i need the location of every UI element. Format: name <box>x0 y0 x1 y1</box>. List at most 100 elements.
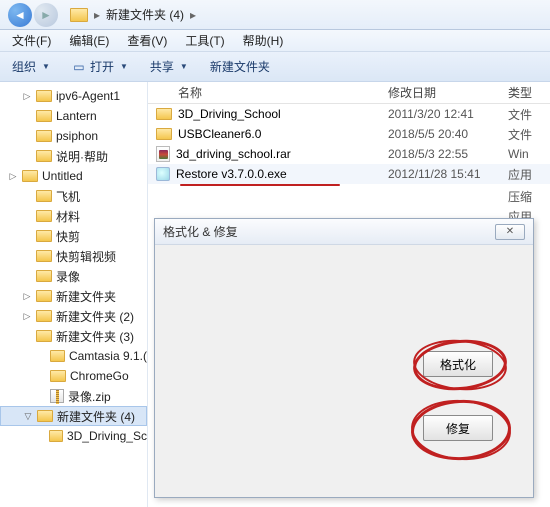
toolbar-open[interactable]: ▭ 打开▼ <box>68 56 132 77</box>
folder-icon <box>37 410 53 422</box>
tree-item[interactable]: Camtasia 9.1.( <box>0 346 147 366</box>
file-row[interactable]: 3D_Driving_School 2011/3/20 12:41文件 <box>148 104 550 124</box>
folder-icon <box>36 290 52 302</box>
expand-icon[interactable]: ▷ <box>22 291 32 302</box>
tree-item[interactable]: ▽ 新建文件夹 (4) <box>0 406 147 426</box>
rar-icon <box>156 146 170 162</box>
toolbar-newfolder[interactable]: 新建文件夹 <box>206 56 274 77</box>
folder-icon <box>36 110 52 122</box>
folder-icon <box>36 130 52 142</box>
exe-icon <box>156 167 170 181</box>
file-type: 应用 <box>508 166 550 183</box>
file-name: 3D_Driving_School <box>178 107 281 121</box>
chevron-right-icon: ▸ <box>94 8 100 22</box>
breadcrumb[interactable]: ▸ 新建文件夹 (4) ▸ <box>94 6 196 23</box>
dialog-title: 格式化 & 修复 <box>163 223 238 240</box>
tree-item-label: 说明·帮助 <box>56 148 108 165</box>
file-name: USBCleaner6.0 <box>178 127 261 141</box>
file-type: 压缩 <box>508 188 550 205</box>
file-date: 2012/11/28 15:41 <box>388 167 508 181</box>
tree-item[interactable]: 3D_Driving_Sc <box>0 426 147 446</box>
tree-item-label: 录像.zip <box>68 388 111 405</box>
toolbar-organize[interactable]: 组织▼ <box>8 56 54 77</box>
file-row: 压缩 <box>148 186 550 206</box>
tree-item-label: ChromeGo <box>70 369 129 383</box>
folder-icon <box>22 170 38 182</box>
dialog-close-button[interactable]: ✕ <box>495 224 525 240</box>
tree-item[interactable]: 新建文件夹 (3) <box>0 326 147 346</box>
file-row[interactable]: Restore v3.7.0.0.exe 2012/11/28 15:41应用 <box>148 164 550 184</box>
menu-bar: 文件(F) 编辑(E) 查看(V) 工具(T) 帮助(H) <box>0 30 550 52</box>
tree-item[interactable]: 录像.zip <box>0 386 147 406</box>
tree-item[interactable]: ▷ 新建文件夹 (2) <box>0 306 147 326</box>
file-name: 3d_driving_school.rar <box>176 147 291 161</box>
expand-icon[interactable]: ▷ <box>22 91 32 102</box>
folder-icon <box>36 250 52 262</box>
folder-icon <box>36 150 52 162</box>
dialog-titlebar[interactable]: 格式化 & 修复 ✕ <box>155 219 533 245</box>
col-type[interactable]: 类型 <box>508 84 550 101</box>
chevron-down-icon: ▼ <box>42 62 50 71</box>
tree-item-label: 新建文件夹 (2) <box>56 308 134 325</box>
tree-item-label: psiphon <box>56 129 98 143</box>
nav-forward-button[interactable]: ► <box>34 3 58 27</box>
breadcrumb-folder[interactable]: 新建文件夹 (4) <box>106 6 184 23</box>
tree-item[interactable]: 材料 <box>0 206 147 226</box>
folder-icon <box>50 370 66 382</box>
expand-icon[interactable]: ▷ <box>8 171 18 182</box>
folder-icon <box>36 90 52 102</box>
expand-icon[interactable]: ▷ <box>22 311 32 322</box>
chevron-down-icon: ▼ <box>180 62 188 71</box>
address-bar: ◄ ► ▸ 新建文件夹 (4) ▸ <box>0 0 550 30</box>
file-name: Restore v3.7.0.0.exe <box>176 167 287 181</box>
chevron-right-icon: ▸ <box>190 8 196 22</box>
tree-item[interactable]: ▷ Untitled <box>0 166 147 186</box>
folder-icon <box>36 310 52 322</box>
tree-item-label: 录像 <box>56 268 80 285</box>
file-row[interactable]: USBCleaner6.02018/5/5 20:40文件 <box>148 124 550 144</box>
tree-item-label: 新建文件夹 (3) <box>56 328 134 345</box>
tree-item-label: 新建文件夹 <box>56 288 116 305</box>
tree-item-label: Lantern <box>56 109 97 123</box>
toolbar: 组织▼ ▭ 打开▼ 共享▼ 新建文件夹 <box>0 52 550 82</box>
folder-tree[interactable]: ▷ ipv6-Agent1 Lantern psiphon 说明·帮助 ▷ Untitled… <box>0 82 148 507</box>
tree-item[interactable]: 快剪 <box>0 226 147 246</box>
folder-icon <box>70 8 88 22</box>
expand-icon[interactable]: ▽ <box>23 411 33 422</box>
file-type: 文件 <box>508 106 550 123</box>
nav-back-button[interactable]: ◄ <box>8 3 32 27</box>
tree-item-label: 快剪辑视频 <box>56 248 116 265</box>
file-date: 2018/5/5 20:40 <box>388 127 508 141</box>
tree-item[interactable]: ▷ 新建文件夹 <box>0 286 147 306</box>
tree-item-label: ipv6-Agent1 <box>56 89 120 103</box>
menu-help[interactable]: 帮助(H) <box>235 30 292 51</box>
menu-view[interactable]: 查看(V) <box>119 30 175 51</box>
col-name[interactable]: 名称 <box>148 84 388 101</box>
col-date[interactable]: 修改日期 <box>388 84 508 101</box>
tree-item[interactable]: Lantern <box>0 106 147 126</box>
folder-icon <box>36 210 52 222</box>
list-header[interactable]: 名称 修改日期 类型 <box>148 82 550 104</box>
folder-icon <box>36 230 52 242</box>
toolbar-share[interactable]: 共享▼ <box>146 56 192 77</box>
menu-edit[interactable]: 编辑(E) <box>61 30 117 51</box>
tree-item[interactable]: 飞机 <box>0 186 147 206</box>
tree-item-label: 新建文件夹 (4) <box>57 408 135 425</box>
tree-item[interactable]: ▷ ipv6-Agent1 <box>0 86 147 106</box>
file-date: 2011/3/20 12:41 <box>388 107 508 121</box>
annotation-circle <box>409 397 513 464</box>
format-repair-dialog: 格式化 & 修复 ✕ 格式化 修复 <box>154 218 534 498</box>
menu-tools[interactable]: 工具(T) <box>177 30 232 51</box>
chevron-down-icon: ▼ <box>120 62 128 71</box>
tree-item[interactable]: 录像 <box>0 266 147 286</box>
tree-item[interactable]: psiphon <box>0 126 147 146</box>
folder-icon <box>156 128 172 140</box>
tree-item[interactable]: 说明·帮助 <box>0 146 147 166</box>
menu-file[interactable]: 文件(F) <box>4 30 59 51</box>
file-date: 2018/5/3 22:55 <box>388 147 508 161</box>
tree-item[interactable]: ChromeGo <box>0 366 147 386</box>
tree-item-label: Untitled <box>42 169 83 183</box>
open-icon: ▭ <box>72 60 86 74</box>
tree-item[interactable]: 快剪辑视频 <box>0 246 147 266</box>
file-row[interactable]: 3d_driving_school.rar2018/5/3 22:55Win <box>148 144 550 164</box>
